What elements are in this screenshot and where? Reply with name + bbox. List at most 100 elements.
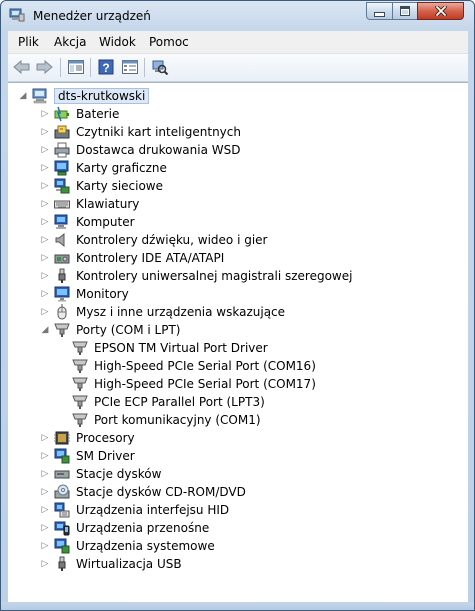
- system-device-icon: [54, 448, 70, 464]
- tree-category[interactable]: ▷ Urządzenia przenośne: [40, 519, 209, 537]
- tree-node-label: Karty graficzne: [76, 161, 167, 175]
- usb-plug-icon: [54, 268, 70, 284]
- tree-device[interactable]: High-Speed PCIe Serial Port (COM17): [72, 375, 316, 393]
- port-connector-icon: [72, 376, 88, 392]
- tree-device[interactable]: EPSON TM Virtual Port Driver: [72, 339, 268, 357]
- tree-category[interactable]: ▷ Kontrolery dźwięku, wideo i gier: [40, 231, 267, 249]
- collapse-arrow-icon[interactable]: ◢: [18, 91, 28, 101]
- port-connector-icon: [54, 322, 70, 338]
- network-adapter-icon: [54, 178, 70, 194]
- tree-category[interactable]: ▷ SM Driver: [40, 447, 135, 465]
- battery-icon: [54, 106, 70, 122]
- back-arrow-icon: [13, 60, 30, 74]
- tree-node-label: SM Driver: [76, 449, 135, 463]
- device-manager-app-icon: [9, 8, 25, 22]
- toolbar: ?: [8, 54, 468, 82]
- collapse-arrow-icon[interactable]: ◢: [40, 325, 50, 335]
- port-connector-icon: [72, 412, 88, 428]
- tree-category[interactable]: ▷ Mysz i inne urządzenia wskazujące: [40, 303, 285, 321]
- tree-category[interactable]: ▷ Komputer: [40, 213, 135, 231]
- expand-arrow-icon[interactable]: ▷: [40, 199, 50, 209]
- tree-node-label: High-Speed PCIe Serial Port (COM16): [94, 359, 316, 373]
- close-button[interactable]: [417, 2, 464, 20]
- tree-category[interactable]: ▷ Urządzenia systemowe: [40, 537, 215, 555]
- expand-arrow-icon[interactable]: ▷: [40, 559, 50, 569]
- hid-device-icon: [54, 502, 70, 518]
- tree-category[interactable]: ▷ Procesory: [40, 429, 135, 447]
- properties-button[interactable]: [120, 58, 140, 76]
- computer-icon: [54, 214, 70, 230]
- expand-arrow-icon[interactable]: ▷: [40, 217, 50, 227]
- tree-category[interactable]: ▷ Urządzenia interfejsu HID: [40, 501, 229, 519]
- keyboard-icon: [54, 196, 70, 212]
- expand-arrow-icon[interactable]: ▷: [40, 433, 50, 443]
- tree-category[interactable]: ▷ Kontrolery IDE ATA/ATAPI: [40, 249, 225, 267]
- minimize-button[interactable]: [366, 2, 393, 20]
- tree-device[interactable]: High-Speed PCIe Serial Port (COM16): [72, 357, 316, 375]
- tree-node-label: Urządzenia interfejsu HID: [76, 503, 230, 517]
- expand-arrow-icon[interactable]: ▷: [40, 109, 50, 119]
- expand-arrow-icon[interactable]: ▷: [40, 487, 50, 497]
- expand-arrow-icon[interactable]: ▷: [40, 523, 50, 533]
- tree-category[interactable]: ▷ Karty sieciowe: [40, 177, 163, 195]
- tree-device[interactable]: PCIe ECP Parallel Port (LPT3): [72, 393, 265, 411]
- tree-category[interactable]: ▷ Dostawca drukowania WSD: [40, 141, 241, 159]
- tree-node-label: Stacje dysków CD-ROM/DVD: [76, 485, 246, 499]
- tree-node-label: Kontrolery uniwersalnej magistrali szere…: [76, 269, 353, 283]
- minimize-icon: [374, 11, 385, 17]
- processor-icon: [54, 430, 70, 446]
- tree-category[interactable]: ▷ Stacje dysków: [40, 465, 162, 483]
- tree-category[interactable]: ▷ Wirtualizacja USB: [40, 555, 182, 573]
- tree-category[interactable]: ▷ Klawiatury: [40, 195, 140, 213]
- expand-arrow-icon[interactable]: ▷: [40, 145, 50, 155]
- close-icon: [434, 6, 447, 16]
- tree-category[interactable]: ◢ Porty (COM i LPT): [40, 321, 180, 339]
- expand-arrow-icon[interactable]: ▷: [40, 469, 50, 479]
- expand-arrow-icon[interactable]: ▷: [40, 541, 50, 551]
- portable-device-icon: [54, 520, 70, 536]
- help-button[interactable]: ?: [96, 58, 116, 76]
- title-bar[interactable]: Menedżer urządzeń: [1, 1, 474, 31]
- back-button[interactable]: [12, 58, 32, 76]
- expand-arrow-icon[interactable]: ▷: [40, 181, 50, 191]
- tree-node-label: Czytniki kart inteligentnych: [76, 125, 241, 139]
- tree-category[interactable]: ▷ Stacje dysków CD-ROM/DVD: [40, 483, 246, 501]
- expand-arrow-icon[interactable]: ▷: [40, 271, 50, 281]
- printer-icon: [54, 142, 70, 158]
- tree-node-label: Wirtualizacja USB: [76, 557, 182, 571]
- tree-category[interactable]: ▷ Karty graficzne: [40, 159, 167, 177]
- device-tree: ◢ dts-krutkowski ▷ Baterie ▷ Czytniki kart …: [8, 82, 468, 603]
- tree-node-label: Komputer: [76, 215, 135, 229]
- expand-arrow-icon[interactable]: ▷: [40, 235, 50, 245]
- tree-category[interactable]: ▷ Baterie: [40, 105, 119, 123]
- show-hide-console-tree-button[interactable]: [66, 58, 86, 76]
- forward-arrow-icon: [36, 60, 53, 74]
- tree-category[interactable]: ▷ Kontrolery uniwersalnej magistrali szer…: [40, 267, 352, 285]
- expand-arrow-icon[interactable]: ▷: [40, 163, 50, 173]
- maximize-button[interactable]: [392, 2, 418, 20]
- tree-root[interactable]: ◢ dts-krutkowski: [18, 87, 150, 105]
- scan-hardware-icon: [152, 60, 169, 75]
- mouse-icon: [54, 304, 70, 320]
- expand-arrow-icon[interactable]: ▷: [40, 127, 50, 137]
- expand-arrow-icon[interactable]: ▷: [40, 289, 50, 299]
- window-bottom-border: [1, 602, 474, 610]
- tree-node-label: Stacje dysków: [76, 467, 162, 481]
- expand-arrow-icon[interactable]: ▷: [40, 505, 50, 515]
- cd-rom-icon: [54, 484, 70, 500]
- tree-root-label: dts-krutkowski: [54, 88, 150, 104]
- tree-device[interactable]: Port komunikacyjny (COM1): [72, 411, 261, 429]
- menu-akcja[interactable]: Akcja: [54, 35, 86, 49]
- tree-node-label: Procesory: [76, 431, 135, 445]
- expand-arrow-icon[interactable]: ▷: [40, 253, 50, 263]
- monitor-icon: [54, 286, 70, 302]
- menu-pomoc[interactable]: Pomoc: [149, 35, 189, 49]
- forward-button[interactable]: [34, 58, 54, 76]
- expand-arrow-icon[interactable]: ▷: [40, 451, 50, 461]
- scan-hardware-button[interactable]: [150, 58, 170, 76]
- expand-arrow-icon[interactable]: ▷: [40, 307, 50, 317]
- menu-plik[interactable]: Plik: [18, 35, 39, 49]
- tree-category[interactable]: ▷ Czytniki kart inteligentnych: [40, 123, 241, 141]
- menu-widok[interactable]: Widok: [99, 35, 136, 49]
- tree-category[interactable]: ▷ Monitory: [40, 285, 129, 303]
